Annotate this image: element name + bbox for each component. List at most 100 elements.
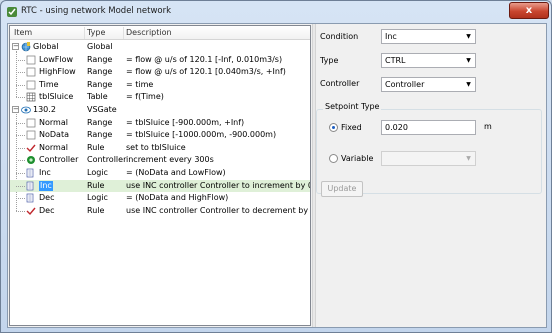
tree-header: Item Type Description [10,26,310,40]
tree-branch-line [16,72,25,74]
range-icon [26,55,36,65]
tree-row[interactable]: HighFlow Range = flow @ u/s of 120.1 [0.04… [10,66,310,78]
rtc-window: RTC - using network Model network x Item… [0,0,552,333]
tree-row[interactable]: − Global Global [10,41,310,53]
logic-icon [26,168,36,178]
tree-item-name: LowFlow [39,54,74,64]
tree-item-description: = tblSluice [-1000.000m, -900.000m) [126,130,277,140]
tree-item-type: Rule [87,180,105,190]
tree-row[interactable]: Dec Rule use INC controller Controller to … [10,205,310,217]
tree-item-type: VSGate [87,105,117,114]
variable-radio[interactable] [329,154,338,163]
fixed-unit-label: m [484,122,492,131]
tree-item-type: Controller [87,155,127,165]
chevron-down-icon: ▼ [466,33,471,40]
tree-item-description: use INC controller Controller to decreme… [126,205,310,215]
collapse-toggle-icon[interactable]: − [12,43,19,50]
variable-select[interactable]: ▼ [381,151,476,166]
tree-row[interactable]: − 130.2 VSGate [10,104,310,116]
tree-item-name: Inc [39,168,51,177]
column-header-description[interactable]: Description [126,28,172,37]
close-button[interactable]: x [509,2,549,19]
range-icon [26,118,36,128]
tree-item-type: Logic [87,168,108,177]
controller-icon [26,155,36,165]
tree-item-type: Range [87,54,113,64]
tree-branch-line [16,59,25,61]
tree-branch-line [16,160,25,162]
tree-item-name: HighFlow [39,67,76,77]
tree-item-description: = time [126,79,154,89]
type-value: CTRL [385,56,406,65]
tree-row[interactable]: Normal Rule set to tblSluice [10,142,310,154]
tree-item-type: Rule [87,205,105,215]
collapse-toggle-icon[interactable]: − [12,106,19,113]
tree-branch-line [16,84,25,86]
tree-item-type: Table [87,92,108,102]
tree-branch-line [16,135,25,137]
tree-item-description: use INC controller Controller to increme… [126,180,310,190]
tree-item-type: Range [87,67,113,77]
fixed-value-input[interactable]: 0.020 [381,120,476,135]
variable-label[interactable]: Variable [341,154,373,163]
tree-item-name: Controller [39,155,79,165]
globe-icon [21,42,31,52]
column-header-type[interactable]: Type [87,28,105,37]
gate-icon [21,105,31,115]
tree-row[interactable]: Controller Controller increment every 300s [10,154,310,166]
controller-label: Controller [320,79,360,88]
tree-item-name: Dec [39,205,55,215]
tree-item-description: = (NoData and HighFlow) [126,193,229,203]
tree-item-description: = f(Time) [126,92,164,102]
table-icon [26,92,36,102]
chevron-down-icon: ▼ [466,57,471,64]
tree-item-name: Global [33,42,59,51]
tree-branch-line [16,198,25,200]
tree-item-type: Rule [87,142,105,152]
column-separator[interactable] [123,27,124,39]
tree-item-type: Range [87,117,113,127]
tree-row[interactable]: Dec Logic = (NoData and HighFlow) [10,192,310,204]
tree-row[interactable]: Normal Range = tblSluice [-900.000m, +Inf) [10,117,310,129]
tree-item-description: = flow @ u/s of 120.1 [-Inf, 0.010m3/s) [126,54,283,64]
column-separator[interactable] [84,27,85,39]
condition-select[interactable]: Inc ▼ [381,29,476,44]
tree-branch-line [16,210,25,212]
tree-branch-line [16,147,25,149]
tree-row[interactable]: LowFlow Range = flow @ u/s of 120.1 [-Inf,… [10,54,310,66]
tree-item-name: Inc [39,180,53,191]
tree-item-name: Time [39,79,59,89]
tree-row[interactable]: tblSluice Table = f(Time) [10,91,310,103]
logic-icon [26,193,36,203]
column-header-item[interactable]: Item [14,28,32,37]
tree-row[interactable]: Inc Logic = (NoData and LowFlow) [10,167,310,179]
tree-item-name: Dec [39,193,55,203]
tree-item-name: 130.2 [33,105,56,114]
tree-item-type: Logic [87,193,108,203]
update-button[interactable]: Update [321,181,363,197]
tree-row[interactable]: Time Range = time [10,79,310,91]
fixed-radio[interactable] [329,123,338,132]
tree-item-description: = (NoData and LowFlow) [126,168,226,177]
tree-branch-line [16,97,25,99]
window-title: RTC - using network Model network [21,6,172,16]
tree-item-description: set to tblSluice [126,142,186,152]
type-select[interactable]: CTRL ▼ [381,53,476,68]
tree-row[interactable]: NoData Range = tblSluice [-1000.000m, -900… [10,129,310,141]
rule-tree[interactable]: Item Type Description − Global Global LowFl… [9,25,311,326]
check-icon [26,206,36,216]
setpoint-type-title: Setpoint Type [323,102,382,111]
chevron-down-icon: ▼ [466,81,471,88]
controller-select[interactable]: Controller ▼ [381,77,476,92]
type-label: Type [320,56,339,65]
condition-label: Condition [320,32,359,41]
tree-row-selected[interactable]: Inc Rule use INC controller Controller to … [10,179,310,192]
condition-value: Inc [385,32,397,41]
tree-item-description: increment every 300s [126,155,214,165]
tree-item-name: Normal [39,142,68,152]
range-icon [26,80,36,90]
title-bar[interactable]: RTC - using network Model network x [1,1,551,23]
tree-item-name: Normal [39,117,68,127]
check-icon [26,143,36,153]
fixed-label[interactable]: Fixed [341,123,362,132]
